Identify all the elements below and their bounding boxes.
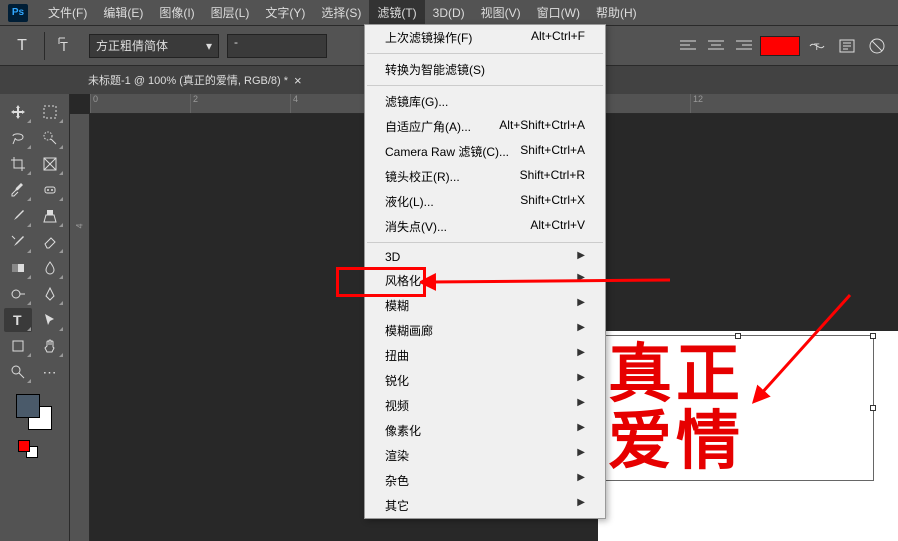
warp-text-icon[interactable]: T <box>804 33 830 59</box>
path-select-tool[interactable] <box>36 308 64 332</box>
type-tool[interactable]: T <box>4 308 32 332</box>
menu-select[interactable]: 选择(S) <box>313 0 369 25</box>
menu-filter[interactable]: 滤镜(T) <box>369 0 424 25</box>
brush-tool[interactable] <box>4 204 32 228</box>
font-family-value: 方正粗倩简体 <box>96 37 168 54</box>
menu-image[interactable]: 图像(I) <box>151 0 202 25</box>
font-family-select[interactable]: 方正粗倩简体 ▾ <box>89 34 219 58</box>
menu-last-filter[interactable]: 上次滤镜操作(F)Alt+Ctrl+F <box>365 25 605 50</box>
default-colors[interactable] <box>4 440 65 460</box>
text-orientation-icon[interactable]: T <box>53 32 81 60</box>
menu-other[interactable]: 其它▶ <box>365 493 605 518</box>
watermark: 河南龙网 <box>800 477 888 509</box>
hand-tool[interactable] <box>36 334 64 358</box>
menu-3d[interactable]: 3D▶ <box>365 246 605 268</box>
submenu-arrow-icon: ▶ <box>577 422 585 439</box>
menu-3d[interactable]: 3D(D) <box>425 2 473 24</box>
menu-convert-smart-filter[interactable]: 转换为智能滤镜(S) <box>365 57 605 82</box>
gradient-tool[interactable] <box>4 256 32 280</box>
blur-tool[interactable] <box>36 256 64 280</box>
align-center-button[interactable] <box>704 34 728 58</box>
close-tab-icon[interactable]: × <box>294 73 302 88</box>
quick-select-tool[interactable] <box>36 126 64 150</box>
shape-tool[interactable] <box>4 334 32 358</box>
svg-text:T: T <box>814 42 820 52</box>
menu-vanishing-point[interactable]: 消失点(V)...Alt+Ctrl+V <box>365 214 605 239</box>
menu-window[interactable]: 窗口(W) <box>529 0 588 25</box>
menu-view[interactable]: 视图(V) <box>473 0 529 25</box>
menu-liquify[interactable]: 液化(L)...Shift+Ctrl+X <box>365 189 605 214</box>
pen-tool[interactable] <box>36 282 64 306</box>
svg-text:T: T <box>60 39 68 54</box>
eyedropper-tool[interactable] <box>4 178 32 202</box>
menu-help[interactable]: 帮助(H) <box>588 0 645 25</box>
zoom-tool[interactable] <box>4 360 32 384</box>
menu-adaptive-wide-angle[interactable]: 自适应广角(A)...Alt+Shift+Ctrl+A <box>365 114 605 139</box>
menu-separator <box>367 85 603 86</box>
handle-e[interactable] <box>870 405 876 411</box>
move-tool[interactable] <box>4 100 32 124</box>
handle-ne[interactable] <box>870 333 876 339</box>
menu-lens-correction[interactable]: 镜头校正(R)...Shift+Ctrl+R <box>365 164 605 189</box>
text-color-swatch[interactable] <box>760 36 800 56</box>
crop-tool[interactable] <box>4 152 32 176</box>
submenu-arrow-icon: ▶ <box>577 250 585 264</box>
frame-tool[interactable] <box>36 152 64 176</box>
tool-preset-icon[interactable]: T <box>8 32 36 60</box>
marquee-tool[interactable] <box>36 100 64 124</box>
document-tab[interactable]: 未标题-1 @ 100% (真正的爱情, RGB/8) * × <box>80 72 310 88</box>
annotation-arrow <box>720 285 860 405</box>
lasso-tool[interactable] <box>4 126 32 150</box>
separator <box>44 32 45 60</box>
menubar: Ps 文件(F) 编辑(E) 图像(I) 图层(L) 文字(Y) 选择(S) 滤… <box>0 0 898 26</box>
ruler-tick: 4 <box>75 210 85 229</box>
menu-pixelate[interactable]: 像素化▶ <box>365 418 605 443</box>
tool-palette: T ⋯ <box>0 94 70 541</box>
document-title: 未标题-1 @ 100% (真正的爱情, RGB/8) * <box>88 72 288 88</box>
mini-fg <box>18 440 30 452</box>
annotation-highlight-box <box>336 267 426 297</box>
font-style-select[interactable]: - <box>227 34 327 58</box>
submenu-arrow-icon: ▶ <box>577 447 585 464</box>
chevron-down-icon: ▾ <box>206 39 212 53</box>
svg-text:T: T <box>13 312 22 328</box>
ruler-vertical: 4 <box>70 114 90 541</box>
menu-camera-raw[interactable]: Camera Raw 滤镜(C)...Shift+Ctrl+A <box>365 139 605 164</box>
eraser-tool[interactable] <box>36 230 64 254</box>
submenu-arrow-icon: ▶ <box>577 497 585 514</box>
align-left-button[interactable] <box>676 34 700 58</box>
annotation-arrow <box>420 270 680 400</box>
clone-tool[interactable] <box>36 204 64 228</box>
menu-edit[interactable]: 编辑(E) <box>95 0 151 25</box>
menu-noise[interactable]: 杂色▶ <box>365 468 605 493</box>
menu-separator <box>367 242 603 243</box>
healing-tool[interactable] <box>36 178 64 202</box>
foreground-color[interactable] <box>16 394 40 418</box>
app-logo: Ps <box>8 4 28 22</box>
cancel-icon[interactable] <box>864 33 890 59</box>
dodge-tool[interactable] <box>4 282 32 306</box>
menu-layer[interactable]: 图层(L) <box>203 0 258 25</box>
menu-separator <box>367 53 603 54</box>
submenu-arrow-icon: ▶ <box>577 472 585 489</box>
ruler-tick: 0 <box>90 94 190 113</box>
menu-filter-gallery[interactable]: 滤镜库(G)... <box>365 89 605 114</box>
color-swatches[interactable] <box>4 394 65 434</box>
character-panel-icon[interactable] <box>834 33 860 59</box>
align-right-button[interactable] <box>732 34 756 58</box>
menu-file[interactable]: 文件(F) <box>40 0 95 25</box>
ruler-tick: 12 <box>690 94 790 113</box>
menu-render[interactable]: 渲染▶ <box>365 443 605 468</box>
edit-toolbar-icon[interactable]: ⋯ <box>36 360 64 384</box>
history-brush-tool[interactable] <box>4 230 32 254</box>
menu-type[interactable]: 文字(Y) <box>257 0 313 25</box>
ruler-tick: 2 <box>190 94 290 113</box>
